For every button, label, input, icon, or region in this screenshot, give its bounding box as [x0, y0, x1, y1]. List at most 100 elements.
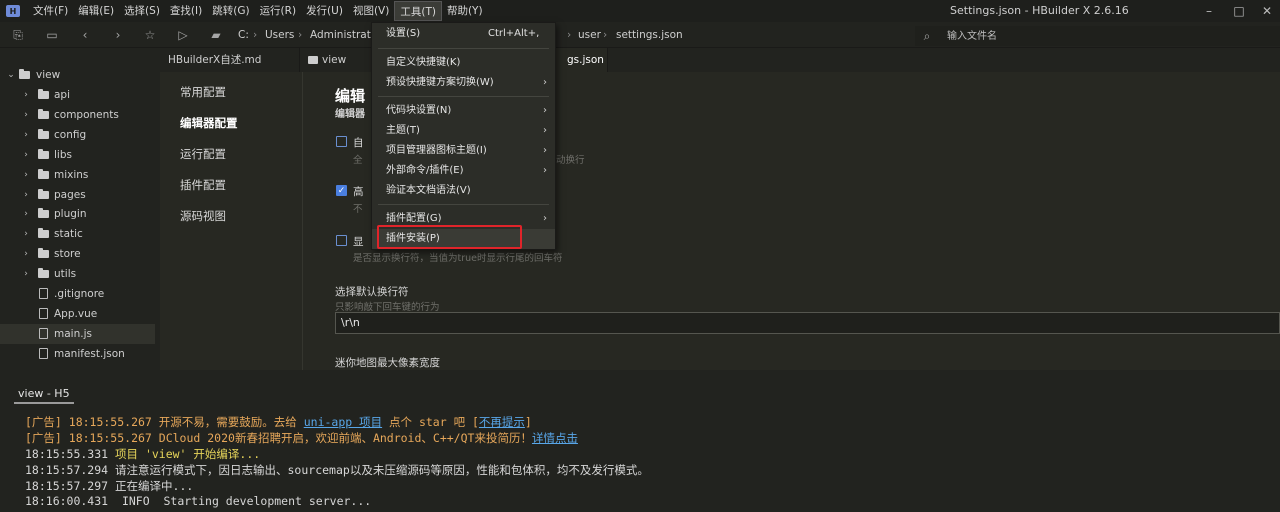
breadcrumb-users[interactable]: Users [265, 29, 294, 41]
tab-label: HBuilderX自述.md [168, 54, 262, 66]
console-line-prefix: [广告] 18:15:55.267 [25, 415, 159, 429]
tools-menu: 设置(S) Ctrl+Alt+, 自定义快捷键(K) 预设快捷键方案切换(W) › … [371, 22, 556, 250]
menu-help[interactable]: 帮助(Y) [442, 1, 488, 21]
breadcrumb-drive[interactable]: C: [238, 29, 249, 41]
console-line-text: 点个 star 吧 [ [382, 415, 479, 429]
menu-publish[interactable]: 发行(U) [301, 1, 348, 21]
menu-item-snippets[interactable]: 代码块设置(N) › [372, 101, 555, 121]
console-line-time: 18:16:00.431 [25, 494, 116, 508]
tree-item-api[interactable]: › api [0, 85, 155, 105]
console-header: view - H5 [0, 370, 1280, 404]
menu-item-icon-theme[interactable]: 项目管理器图标主题(I) › [372, 141, 555, 161]
breadcrumb-sep-icon: › [603, 29, 608, 41]
console-line: 18:16:00.431 INFO Starting development s… [25, 494, 371, 508]
dismiss-link[interactable]: 不再提示 [479, 415, 525, 429]
console-line: 18:15:57.297 正在编译中... [25, 478, 193, 494]
menu-item-label: 代码块设置(N) [386, 105, 452, 116]
folder-icon [38, 89, 49, 99]
settings-nav: 常用配置 编辑器配置 运行配置 插件配置 源码视图 [160, 72, 303, 370]
menu-file[interactable]: 文件(F) [28, 1, 73, 21]
tree-item-plugin[interactable]: › plugin [0, 204, 155, 224]
console-line-text: 请注意运行模式下，因日志输出、sourcemap以及未压缩源码等原因，性能和包体… [115, 463, 649, 477]
highlight-checkbox[interactable]: ✓ [336, 185, 347, 196]
chevron-right-icon: › [24, 229, 28, 240]
tab-label: gs.json [567, 54, 604, 66]
breadcrumb-user[interactable]: user [578, 29, 601, 41]
tree-item-static[interactable]: › static [0, 224, 155, 244]
minimap-title: 迷你地图最大像素宽度 [335, 357, 440, 369]
highlight-label: 高 [353, 186, 364, 198]
tree-item-label: store [54, 248, 81, 261]
tree-item-appvue[interactable]: App.vue [0, 304, 155, 324]
breadcrumb-file[interactable]: settings.json [616, 29, 683, 41]
breadcrumb-admin[interactable]: Administrat [310, 29, 371, 41]
tree-item-libs[interactable]: › libs [0, 145, 155, 165]
file-search-box[interactable]: ⌕ [915, 26, 1280, 46]
menu-item-label: 预设快捷键方案切换(W) [386, 77, 494, 88]
maximize-icon[interactable]: □ [1230, 2, 1248, 20]
new-file-icon[interactable]: ⎘ [10, 27, 26, 43]
menu-item-settings[interactable]: 设置(S) Ctrl+Alt+, [372, 24, 555, 44]
close-icon[interactable]: ✕ [1258, 2, 1276, 20]
folder-icon [38, 228, 49, 239]
menu-goto[interactable]: 跳转(G) [207, 1, 254, 21]
tree-root-view[interactable]: ⌄ view [0, 65, 155, 85]
breadcrumb-sep-icon: › [567, 29, 572, 41]
forward-icon[interactable]: › [110, 27, 126, 43]
console-line: 18:15:57.294 请注意运行模式下，因日志输出、sourcemap以及未… [25, 462, 649, 478]
star-icon[interactable]: ☆ [142, 27, 158, 43]
tree-item-pages[interactable]: › pages [0, 185, 155, 205]
uni-app-link[interactable]: uni-app 项目 [304, 415, 382, 429]
menu-item-theme[interactable]: 主题(T) › [372, 121, 555, 141]
menu-item-label: 自定义快捷键(K) [386, 57, 461, 68]
menu-item-label: 项目管理器图标主题(I) [386, 145, 487, 156]
wordwrap-checkbox[interactable] [336, 136, 347, 147]
menu-item-custom-keys[interactable]: 自定义快捷键(K) [372, 53, 555, 73]
wordwrap-hint: 全 [353, 155, 363, 166]
settings-nav-run[interactable]: 运行配置 [180, 146, 226, 162]
file-search-input[interactable] [947, 28, 1247, 44]
newline-hint: 只影响敲下回车键的行为 [335, 302, 440, 313]
settings-nav-common[interactable]: 常用配置 [180, 84, 226, 100]
folder-icon [38, 208, 49, 219]
tree-item-utils[interactable]: › utils [0, 264, 155, 284]
tree-item-store[interactable]: › store [0, 244, 155, 264]
menu-run[interactable]: 运行(R) [255, 1, 302, 21]
tree-item-components[interactable]: › components [0, 105, 155, 125]
show-newline-hint: 是否显示换行符，当值为true时显示行尾的回车符 [353, 253, 563, 264]
menu-find[interactable]: 查找(I) [165, 1, 207, 21]
chevron-right-icon: › [543, 213, 547, 224]
back-icon[interactable]: ‹ [77, 27, 93, 43]
tree-item-manifestjson[interactable]: manifest.json [0, 344, 155, 364]
menu-tools[interactable]: 工具(T) [394, 1, 442, 21]
file-icon [39, 307, 48, 319]
tree-item-mainjs[interactable]: main.js [0, 323, 155, 344]
file-icon [39, 327, 48, 339]
tree-item-config[interactable]: › config [0, 125, 155, 145]
menu-item-keymap[interactable]: 预设快捷键方案切换(W) › [372, 73, 555, 93]
console-title[interactable]: view - H5 [18, 387, 70, 400]
menu-item-label: 外部命令/插件(E) [386, 165, 464, 176]
settings-title: 编辑 [335, 87, 366, 105]
tab-readme[interactable]: HBuilderX自述.md [160, 48, 300, 72]
menu-item-validate[interactable]: 验证本文档语法(V) [372, 181, 555, 201]
run-icon[interactable]: ▷ [175, 27, 191, 43]
settings-nav-editor[interactable]: 编辑器配置 [180, 115, 238, 131]
minimize-icon[interactable]: – [1200, 2, 1218, 20]
tree-item-mixins[interactable]: › mixins [0, 165, 155, 185]
tree-item-label: config [54, 128, 87, 141]
menu-select[interactable]: 选择(S) [119, 1, 165, 21]
chevron-right-icon: › [24, 269, 28, 280]
console-line-text: INFO Starting development server... [115, 494, 372, 508]
menu-view[interactable]: 视图(V) [348, 1, 394, 21]
details-link[interactable]: 详情点击 [532, 431, 578, 445]
menu-item-external-commands[interactable]: 外部命令/插件(E) › [372, 161, 555, 181]
save-icon[interactable]: ▭ [44, 27, 60, 43]
tree-item-label: manifest.json [54, 347, 125, 360]
tree-item-gitignore[interactable]: .gitignore [0, 284, 155, 304]
menu-edit[interactable]: 编辑(E) [73, 1, 119, 21]
settings-nav-plugin[interactable]: 插件配置 [180, 177, 226, 193]
newline-input[interactable]: \r\n [335, 312, 1280, 334]
show-newline-checkbox[interactable] [336, 235, 347, 246]
settings-nav-source[interactable]: 源码视图 [180, 208, 226, 224]
